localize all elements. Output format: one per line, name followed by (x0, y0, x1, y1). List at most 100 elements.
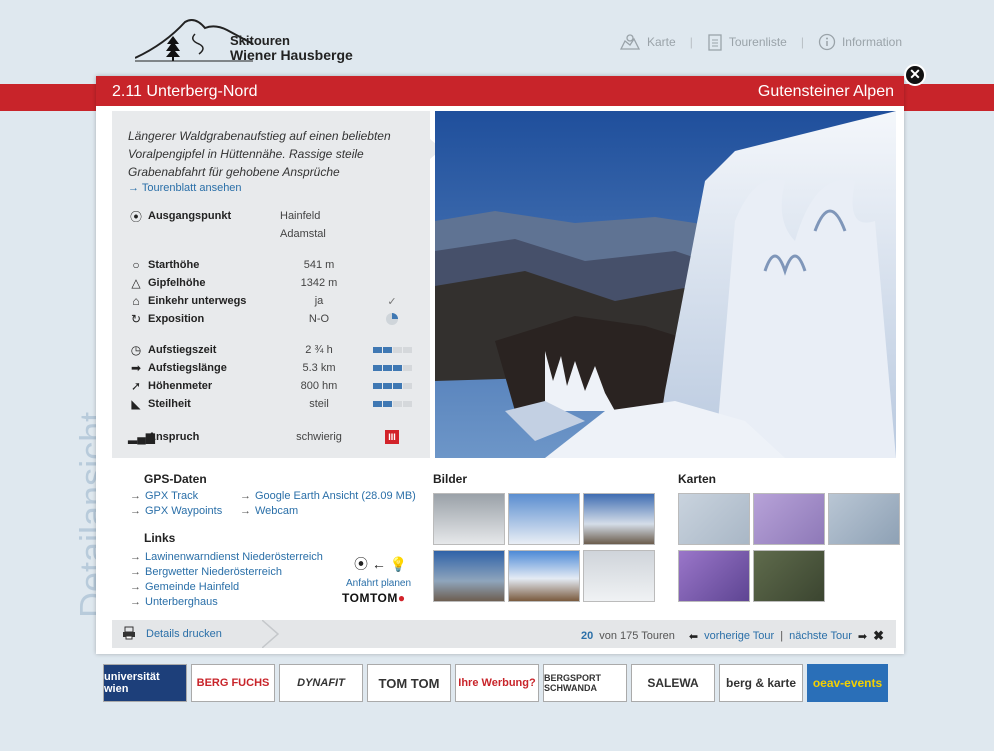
file-size: (28.09 MB) (361, 490, 416, 502)
close-icon[interactable]: ✕ (904, 64, 926, 86)
fact-exposition: ↻ Exposition N-O (128, 310, 422, 328)
triangle-icon: △ (131, 276, 141, 290)
nav-tourenliste-label: Tourenliste (728, 35, 787, 49)
logo-line2: Wiener Hausberge (230, 47, 353, 63)
tour-title: 2.11 Unterberg-Nord (112, 83, 258, 100)
arrow-right-icon[interactable]: ➡ (858, 630, 867, 643)
footer-divider (262, 620, 280, 648)
nav-information[interactable]: Information (818, 33, 902, 51)
level-bars (372, 365, 412, 371)
sponsor-schwanda[interactable]: BERGSPORT SCHWANDA (543, 664, 627, 702)
link-item[interactable]: → Gemeinde Hainfeld (130, 581, 239, 593)
gpx-track-link[interactable]: → GPX Track (130, 490, 198, 502)
tour-region: Gutensteiner Alpen (757, 83, 894, 100)
gps-heading: GPS-Daten (144, 472, 207, 486)
ascent-icon: ➚ (130, 379, 142, 393)
nav-separator: | (800, 35, 804, 49)
logo-line1: Skitouren (230, 33, 290, 48)
target-icon: ⦿ (129, 209, 142, 224)
nav-tourenliste[interactable]: Tourenliste (707, 33, 787, 51)
route-planner-icon[interactable]: ⦿ ← 💡 (354, 554, 407, 574)
title-bar: 2.11 Unterberg-Nord Gutensteiner Alpen (96, 76, 904, 106)
signal-bars-icon: ▂▄▆ (128, 430, 155, 444)
gpx-waypoints-link[interactable]: → GPX Waypoints (130, 505, 222, 517)
google-earth-link[interactable]: → Google Earth Ansicht (28.09 MB) (240, 490, 416, 502)
prev-tour-link[interactable]: vorherige Tour (704, 630, 774, 642)
links-heading: Links (144, 531, 176, 545)
photo-thumbnail[interactable] (433, 550, 505, 602)
sponsor-dynafit[interactable]: DYNAFIT (279, 664, 363, 702)
site-logo[interactable]: Skitouren Wiener Hausberge (134, 14, 365, 66)
fact-label: Ausgangspunkt (148, 210, 232, 222)
fact-label: Starthöhe (148, 259, 200, 271)
nav-separator: | (689, 35, 693, 49)
fact-aufstiegslaenge: ➡ Aufstiegslänge 5.3 km (128, 359, 422, 377)
fact-label: Höhenmeter (148, 380, 213, 392)
link-item[interactable]: → Bergwetter Niederösterreich (130, 566, 282, 578)
fact-ausgangspunkt-2: Adamstal (128, 225, 362, 243)
fact-label: Aufstiegszeit (148, 344, 217, 356)
main-photo[interactable] (435, 111, 896, 458)
photo-thumbnail[interactable] (583, 550, 655, 602)
print-details-link[interactable]: Details drucken (146, 628, 222, 640)
fact-value: 1342 m (300, 277, 338, 289)
sponsor-tomtom[interactable]: TOM TOM (367, 664, 451, 702)
fact-ausgangspunkt: ⦿ Ausgangspunkt Hainfeld (128, 207, 362, 225)
sponsor-salewa[interactable]: SALEWA (631, 664, 715, 702)
pager-separator: | (780, 630, 784, 642)
sponsor-ihre-werbung[interactable]: Ihre Werbung? (455, 664, 539, 702)
arrow-left-icon[interactable]: ⬅ (689, 630, 698, 643)
photo-thumbnail[interactable] (508, 550, 580, 602)
house-icon: ⌂ (132, 294, 140, 308)
detail-footer: Details drucken 20 von 175 Touren ⬅ vorh… (112, 620, 896, 648)
link-item[interactable]: → Lawinenwarndienst Niederösterreich (130, 551, 323, 563)
webcam-link[interactable]: → Webcam (240, 505, 298, 517)
fact-label: Anspruch (148, 431, 200, 443)
fact-value: 541 m (303, 259, 335, 271)
fact-value: ja (314, 295, 324, 307)
map-thumbnail[interactable] (753, 493, 825, 545)
printer-icon[interactable] (122, 626, 136, 640)
slope-icon: ◣ (131, 397, 141, 411)
map-thumbnail[interactable] (828, 493, 900, 545)
sponsor-univie[interactable]: universität wien (103, 664, 187, 702)
map-thumbnail[interactable] (753, 550, 825, 602)
bilder-heading: Bilder (433, 472, 468, 486)
sponsor-oeav-events[interactable]: oeav-events (807, 664, 888, 702)
level-bars (372, 383, 412, 389)
compass-icon: ↻ (130, 312, 142, 326)
close-icon[interactable]: ✖ (873, 628, 884, 644)
tomtom-logo[interactable]: TOMTOM● (342, 591, 406, 605)
tour-description: Längerer Waldgrabenaufstieg auf einen be… (128, 129, 391, 179)
tour-pager: 20 von 175 Touren ⬅ vorherige Tour | näc… (581, 628, 884, 644)
karten-heading: Karten (678, 472, 717, 486)
sponsor-bergundkarte[interactable]: berg & karte (719, 664, 803, 702)
nav-karte-label: Karte (647, 35, 676, 49)
map-thumbnail[interactable] (678, 493, 750, 545)
list-icon (708, 34, 722, 51)
app-root: Detailansicht Skitouren Wiener Hausberge… (0, 0, 994, 751)
fact-value: 800 hm (300, 380, 338, 392)
current-tour-number: 20 (580, 630, 594, 642)
fact-label: Einkehr unterwegs (148, 295, 247, 307)
arrow-icon: ➡ (130, 361, 142, 375)
sponsor-bergfuchs[interactable]: BERG FUCHS (191, 664, 275, 702)
photo-thumbnail[interactable] (583, 493, 655, 545)
link-item[interactable]: → Unterberghaus (130, 596, 218, 608)
winter-landscape-image (435, 111, 896, 458)
info-panel: Längerer Waldgrabenaufstieg auf einen be… (112, 111, 442, 458)
map-thumbnail[interactable] (678, 550, 750, 602)
fact-starthoehe: ○ Starthöhe 541 m (128, 256, 362, 274)
level-bars (372, 401, 412, 407)
circle-icon: ○ (132, 258, 140, 272)
photo-thumbnail[interactable] (433, 493, 505, 545)
detail-panel: 2.11 Unterberg-Nord Gutensteiner Alpen L… (96, 76, 904, 654)
fact-value: schwierig (296, 431, 342, 443)
photo-thumbnail[interactable] (508, 493, 580, 545)
nav-karte[interactable]: Karte (619, 33, 676, 51)
arrow-right-icon: → (128, 182, 142, 194)
anfahrt-planen-link[interactable]: Anfahrt planen (346, 578, 411, 589)
tourenblatt-link[interactable]: → Tourenblatt ansehen (128, 182, 242, 194)
next-tour-link[interactable]: nächste Tour (789, 630, 852, 642)
sponsor-bar: universität wien BERG FUCHS DYNAFIT TOM … (103, 664, 904, 702)
